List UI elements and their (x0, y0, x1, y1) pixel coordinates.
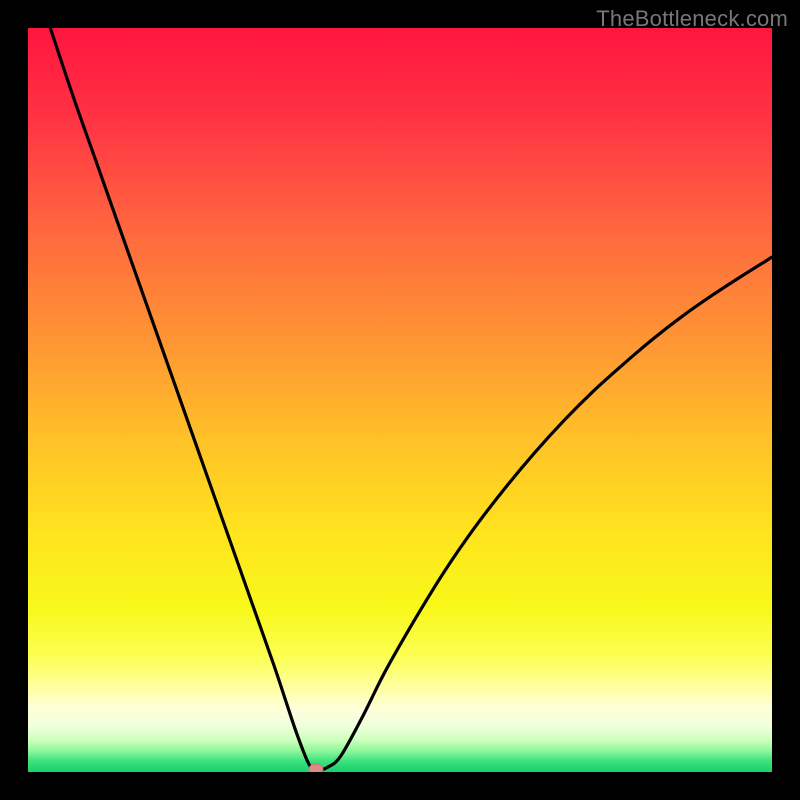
plot-svg (28, 28, 772, 772)
gradient-background (28, 28, 772, 772)
plot-area (28, 28, 772, 772)
chart-container: TheBottleneck.com (0, 0, 800, 800)
watermark-text: TheBottleneck.com (596, 6, 788, 32)
minimum-marker (309, 764, 323, 772)
